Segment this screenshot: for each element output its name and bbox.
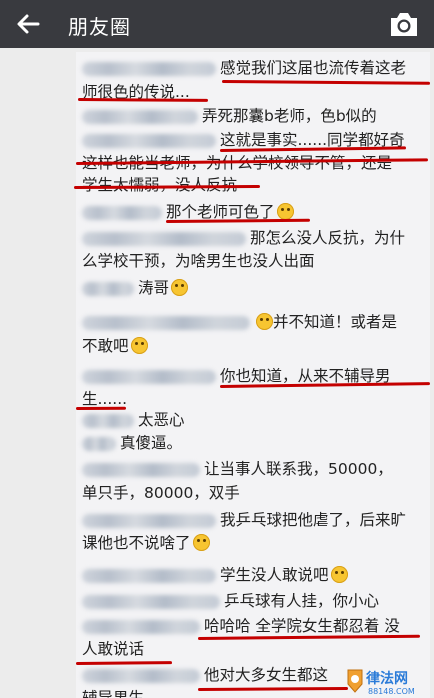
comment-text: 课他也不说啥了 (82, 534, 191, 552)
comment-text: 他对大多女生都这 (204, 666, 329, 684)
comment-item: 不敢吧 (82, 334, 430, 359)
top-bar: 朋友圈 (0, 0, 434, 48)
comment-text: 辅导男生 (82, 689, 145, 698)
page-title: 朋友圈 (68, 15, 131, 39)
comment-text: 单只手，80000，双手 (82, 484, 240, 502)
blurred-name (82, 619, 200, 634)
comment-text: 并不知道！或者是 (273, 313, 398, 331)
comment-text: 感觉我们这届也流传着这老 (220, 59, 407, 77)
comment-item[interactable]: 学生没人敢说吧 (82, 563, 430, 588)
comment-item: 课他也不说啥了 (82, 531, 430, 556)
comment-text: 学生没人敢说吧 (220, 566, 329, 584)
blurred-name (82, 231, 246, 246)
blurred-name (82, 281, 134, 296)
camera-icon[interactable] (388, 9, 420, 39)
comment-text: 弄死那囊b老师，色b似的 (202, 107, 377, 125)
comment-item[interactable]: 我乒乓球把他虐了，后来旷 (82, 508, 430, 533)
laughing-emoji-icon (192, 534, 210, 551)
watermark-logo-icon: 律法网 88148.COM (347, 669, 415, 696)
red-underline (75, 406, 127, 410)
shy-emoji-icon (130, 337, 148, 354)
blurred-name (82, 369, 216, 384)
comment-item[interactable]: 太恶心 (82, 408, 430, 433)
comment-item[interactable]: 让当事人联系我，50000， (82, 457, 430, 482)
watermark-sub: 88148.COM (368, 687, 415, 696)
comment-text: 人敢说话 (82, 640, 145, 658)
comment-item[interactable]: 弄死那囊b老师，色b似的 (82, 104, 430, 129)
comment-text: 让当事人联系我，50000， (204, 460, 393, 478)
blurred-name (82, 315, 250, 330)
blurred-name (82, 61, 216, 76)
watermark-text: 律法网 (366, 670, 408, 687)
comment-item: 人敢说话 (82, 637, 430, 662)
comment-item: 单只手，80000，双手 (82, 481, 430, 506)
blurred-name (82, 413, 134, 428)
comment-item[interactable]: 真傻逼。 (82, 431, 430, 456)
comment-text: 那怎么没人反抗，为什 (250, 229, 406, 247)
comment-text: 太恶心 (138, 411, 185, 429)
comment-item[interactable]: 涛哥 (82, 276, 430, 301)
blurred-name (82, 462, 200, 477)
back-arrow-icon[interactable] (12, 8, 44, 40)
comment-text: 么学校干预，为啥男生也没人出面 (82, 252, 315, 270)
comment-item[interactable]: 感觉我们这届也流传着这老 (82, 56, 430, 81)
blurred-name (82, 133, 216, 148)
blurred-name (82, 513, 216, 528)
laughing-emoji-icon (171, 279, 189, 296)
comment-item[interactable]: 并不知道！或者是 (82, 310, 430, 335)
comment-text: 生...... (82, 390, 128, 408)
blurred-name (82, 109, 198, 124)
blurred-name (82, 436, 116, 451)
blurred-name (82, 594, 220, 609)
comment-item[interactable]: 乒乓球有人挂，你小心 (82, 589, 430, 614)
sad-emoji-icon (330, 566, 348, 583)
comment-text: 我乒乓球把他虐了，后来旷 (220, 511, 407, 529)
comment-text: 不敢吧 (82, 337, 129, 355)
comment-item: 么学校干预，为啥男生也没人出面 (82, 249, 430, 274)
comment-text: 乒乓球有人挂，你小心 (224, 592, 380, 610)
embarrassed-emoji-icon (256, 313, 273, 330)
comment-text: 涛哥 (138, 279, 170, 297)
blurred-name (82, 568, 216, 583)
blurred-name (82, 668, 200, 683)
shocked-emoji-icon (276, 203, 294, 220)
comment-item[interactable]: 那怎么没人反抗，为什 (82, 226, 430, 251)
blurred-name (82, 205, 162, 220)
comment-text: 哈哈哈 全学院女生都忍着 没 (204, 617, 400, 635)
comment-text: 真傻逼。 (120, 434, 183, 452)
